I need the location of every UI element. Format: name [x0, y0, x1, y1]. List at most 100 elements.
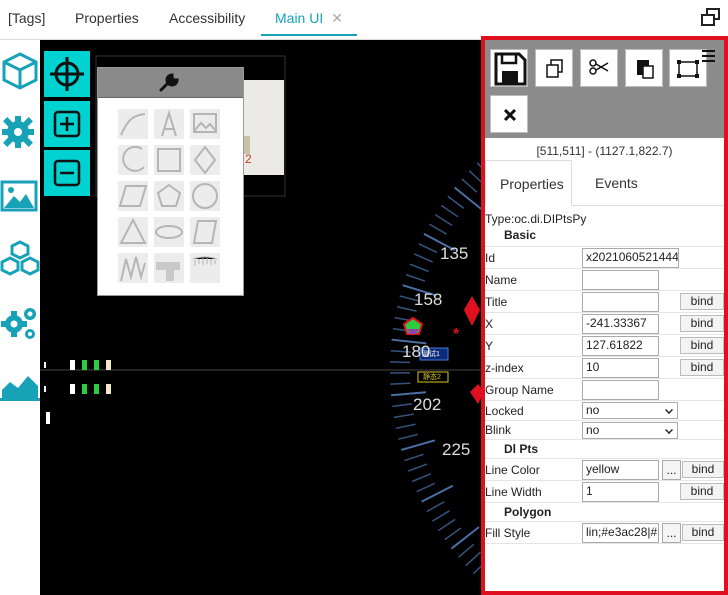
gauge-tick — [393, 413, 414, 419]
row-y: Y 127.61822 bind — [485, 335, 724, 357]
gauge-label-135: 135 — [440, 244, 469, 263]
bind-fill-style-button[interactable]: bind — [682, 524, 724, 541]
fill-style-picker-button[interactable]: ... — [662, 523, 681, 543]
gauge-tick — [407, 463, 428, 472]
line-color-picker-button[interactable]: ... — [662, 460, 681, 480]
input-zindex[interactable]: 10 — [582, 358, 659, 378]
label-id: Id — [485, 251, 496, 265]
cut-button[interactable] — [580, 49, 618, 87]
gauge-tick — [447, 195, 465, 209]
cubes-icon[interactable] — [0, 238, 40, 278]
gauge-tick — [461, 178, 478, 193]
ellipse-tool[interactable] — [154, 217, 184, 247]
label-name: Name — [485, 273, 518, 287]
area-chart-icon[interactable] — [0, 364, 40, 404]
subtab-events[interactable]: Events — [595, 160, 638, 206]
bind-y-button[interactable]: bind — [680, 337, 724, 354]
pointer-tool-button[interactable] — [44, 51, 90, 97]
gauge-tick — [409, 263, 429, 273]
bind-zindex-button[interactable]: bind — [680, 359, 724, 376]
selection-coordinates: [511,511] - (1127.1,822.7) — [536, 144, 673, 158]
circle-tool[interactable] — [190, 181, 220, 211]
label-y: Y — [485, 339, 494, 353]
input-name[interactable] — [582, 270, 659, 290]
plus-square-icon — [53, 110, 81, 138]
gauge-marker: * — [453, 326, 460, 343]
left-toolbar — [0, 40, 40, 595]
label-x: X — [485, 317, 494, 331]
label-line-color: Line Color — [485, 463, 540, 477]
copy-button[interactable] — [535, 49, 573, 87]
subtab-properties[interactable]: Properties — [485, 160, 572, 206]
label-locked: Locked — [485, 404, 524, 418]
row-blink: Blink no — [485, 421, 724, 440]
close-icon[interactable]: ✕ — [331, 10, 343, 26]
chevron-down-icon — [665, 426, 673, 434]
input-line-color[interactable]: yellow — [582, 460, 659, 480]
gauge-tick — [418, 243, 438, 254]
tab-properties[interactable]: Properties — [75, 0, 139, 36]
gauge-tick — [392, 403, 413, 408]
gauge-tick — [421, 484, 454, 503]
row-zindex: z-index 10 bind — [485, 357, 724, 379]
row-id: Id x20210605214440 — [485, 247, 724, 269]
gauge-tick — [405, 273, 426, 282]
select-locked[interactable]: no — [582, 402, 678, 419]
gauge-tick — [390, 382, 411, 385]
gauge-badge-blue: 测试1 — [422, 351, 440, 358]
row-group-name: Group Name — [485, 379, 724, 401]
palette-grid — [118, 109, 220, 283]
bind-line-color-button[interactable]: bind — [682, 461, 724, 478]
tab-main-ui[interactable]: Main UI ✕ — [261, 0, 357, 36]
zoom-in-button[interactable] — [44, 101, 90, 147]
input-line-width[interactable]: 1 — [582, 482, 659, 502]
bind-title-button[interactable]: bind — [680, 293, 724, 310]
tab-tags[interactable]: [Tags] — [8, 0, 45, 36]
gauge-tick — [453, 186, 483, 211]
save-icon — [494, 52, 527, 86]
gauge-badge-yellow: 静态2 — [423, 374, 441, 381]
delete-button[interactable] — [490, 95, 528, 133]
hamburger-icon[interactable] — [700, 48, 718, 64]
label-line-width: Line Width — [485, 485, 542, 499]
gauge-label-158: 158 — [414, 290, 443, 309]
palette-header[interactable] — [98, 68, 243, 98]
input-group-name[interactable] — [582, 380, 659, 400]
input-fill-style[interactable]: lin;#e3ac28|# — [582, 523, 659, 543]
gauge-tick — [450, 526, 480, 550]
label-group-name: Group Name — [485, 383, 554, 397]
paste-button[interactable] — [625, 49, 663, 87]
gauge-tick — [440, 204, 459, 218]
crosshair-icon — [50, 57, 84, 91]
cube-icon[interactable] — [0, 50, 40, 90]
save-button[interactable] — [490, 49, 528, 87]
thumbnail-label: 2 — [245, 152, 252, 166]
bind-line-width-button[interactable]: bind — [680, 483, 724, 500]
property-panel: [511,511] - (1127.1,822.7) Properties Ev… — [481, 36, 728, 595]
object-type: Type:oc.di.DIPtsPy — [485, 212, 587, 226]
input-y[interactable]: 127.61822 — [582, 336, 659, 356]
section-dlpts: Dl Pts — [485, 440, 724, 459]
gauge-tick — [458, 543, 475, 558]
gauge-tick — [400, 439, 436, 451]
gauge-tick — [395, 423, 416, 430]
restore-window-icon[interactable] — [701, 8, 721, 26]
input-x[interactable]: -241.33367 — [582, 314, 659, 334]
gauge-tick — [398, 433, 418, 440]
zoom-out-button[interactable] — [44, 150, 90, 196]
image-icon[interactable] — [0, 176, 40, 216]
panel-subtabs: Properties Events — [485, 160, 724, 206]
input-title[interactable] — [582, 292, 659, 312]
minus-square-icon — [53, 159, 81, 187]
gears-icon[interactable] — [0, 302, 40, 342]
section-basic: Basic — [485, 228, 724, 247]
tab-accessibility[interactable]: Accessibility — [169, 0, 245, 36]
gear-icon[interactable] — [0, 112, 40, 152]
input-id[interactable]: x20210605214440 — [582, 248, 679, 268]
select-blink[interactable]: no — [582, 422, 678, 439]
copy-icon — [546, 59, 563, 78]
wrench-icon — [159, 73, 179, 92]
gauge-tick — [426, 501, 445, 513]
bind-x-button[interactable]: bind — [680, 315, 724, 332]
gauge-tick — [465, 551, 482, 567]
